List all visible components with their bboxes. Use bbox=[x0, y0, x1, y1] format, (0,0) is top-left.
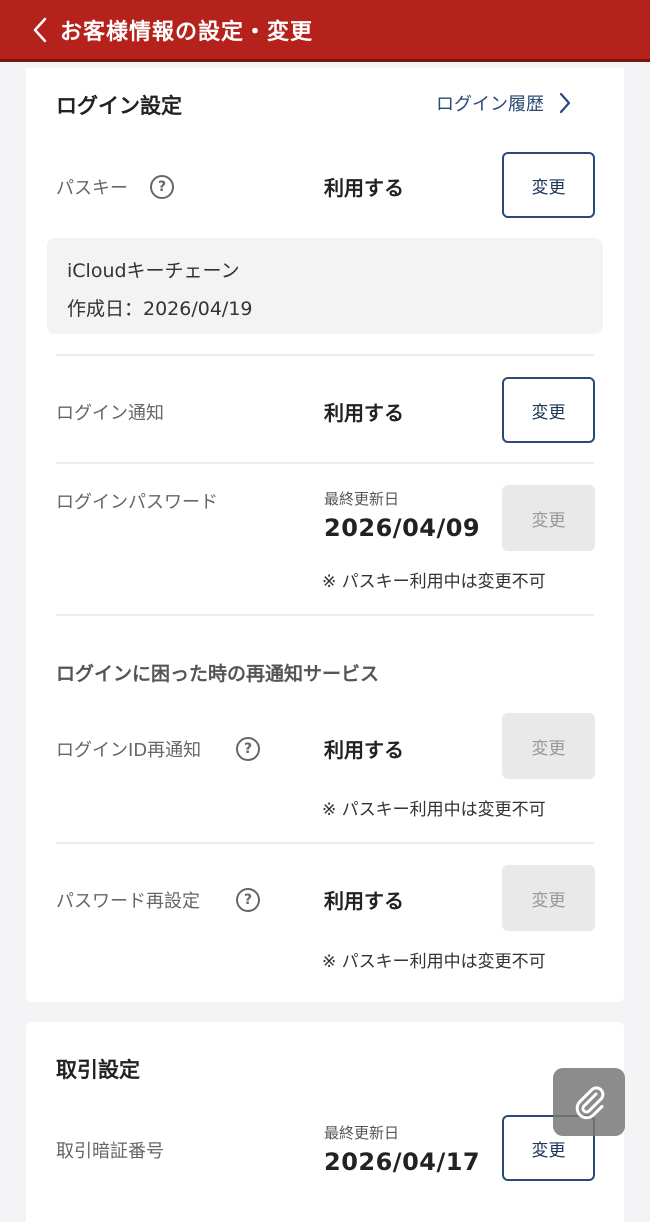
login-notice-change-button[interactable]: 変更 bbox=[502, 377, 595, 443]
divider bbox=[56, 842, 594, 844]
passkey-info-box: iCloudキーチェーン 作成日：2026/04/19 bbox=[47, 238, 603, 334]
divider bbox=[56, 462, 594, 464]
question-circle-icon[interactable]: ? bbox=[236, 737, 260, 761]
divider bbox=[56, 354, 594, 356]
login-history-link[interactable]: ログイン履歴 bbox=[436, 90, 572, 116]
passkey-change-button[interactable]: 変更 bbox=[502, 152, 595, 218]
login-password-label: ログインパスワード bbox=[56, 492, 218, 513]
trade-pin-label: 取引暗証番号 bbox=[56, 1141, 164, 1162]
login-password-note: ※ パスキー利用中は変更不可 bbox=[322, 572, 546, 592]
passkey-label: パスキー bbox=[56, 178, 128, 199]
login-password-updated-date: 2026/04/09 bbox=[324, 514, 481, 542]
trade-pin-updated-date: 2026/04/17 bbox=[324, 1148, 481, 1176]
question-circle-icon[interactable]: ? bbox=[150, 175, 174, 199]
page-title: お客様情報の設定・変更 bbox=[60, 20, 314, 45]
trade-settings-card: 取引設定 取引暗証番号 最終更新日 2026/04/17 変更 bbox=[26, 1022, 624, 1222]
trade-pin-updated-label: 最終更新日 bbox=[324, 1124, 400, 1142]
help-glyph: ? bbox=[157, 179, 167, 195]
password-reset-note: ※ パスキー利用中は変更不可 bbox=[322, 952, 546, 972]
attachment-button[interactable] bbox=[553, 1068, 625, 1136]
app-header: お客様情報の設定・変更 bbox=[0, 0, 650, 62]
login-id-recovery-label: ログインID再通知 bbox=[56, 740, 202, 761]
back-button[interactable] bbox=[28, 16, 52, 44]
login-history-label: ログイン履歴 bbox=[436, 94, 544, 115]
divider bbox=[56, 614, 594, 616]
login-settings-title: ログイン設定 bbox=[56, 94, 182, 118]
help-glyph: ? bbox=[243, 892, 253, 908]
passkey-created-date: 作成日：2026/04/19 bbox=[67, 298, 253, 320]
help-glyph: ? bbox=[243, 741, 253, 757]
paperclip-icon bbox=[575, 1086, 605, 1120]
login-id-recovery-change-button[interactable]: 変更 bbox=[502, 713, 595, 779]
passkey-provider: iCloudキーチェーン bbox=[67, 260, 240, 282]
passkey-value: 利用する bbox=[324, 176, 404, 200]
login-notice-value: 利用する bbox=[324, 401, 404, 425]
login-notice-label: ログイン通知 bbox=[56, 403, 164, 424]
chevron-right-icon bbox=[559, 92, 571, 114]
login-password-updated-label: 最終更新日 bbox=[324, 490, 400, 508]
login-id-recovery-note: ※ パスキー利用中は変更不可 bbox=[322, 800, 546, 820]
chevron-left-icon bbox=[33, 17, 47, 43]
login-password-change-button[interactable]: 変更 bbox=[502, 485, 595, 551]
question-circle-icon[interactable]: ? bbox=[236, 888, 260, 912]
login-settings-card: ログイン設定 ログイン履歴 パスキー ? 利用する 変更 iCloudキーチェー… bbox=[26, 68, 624, 1002]
login-id-recovery-value: 利用する bbox=[324, 738, 404, 762]
recovery-service-title: ログインに困った時の再通知サービス bbox=[56, 663, 380, 685]
password-reset-label: パスワード再設定 bbox=[56, 891, 200, 912]
password-reset-value: 利用する bbox=[324, 889, 404, 913]
trade-settings-title: 取引設定 bbox=[56, 1058, 140, 1082]
password-reset-change-button[interactable]: 変更 bbox=[502, 865, 595, 931]
